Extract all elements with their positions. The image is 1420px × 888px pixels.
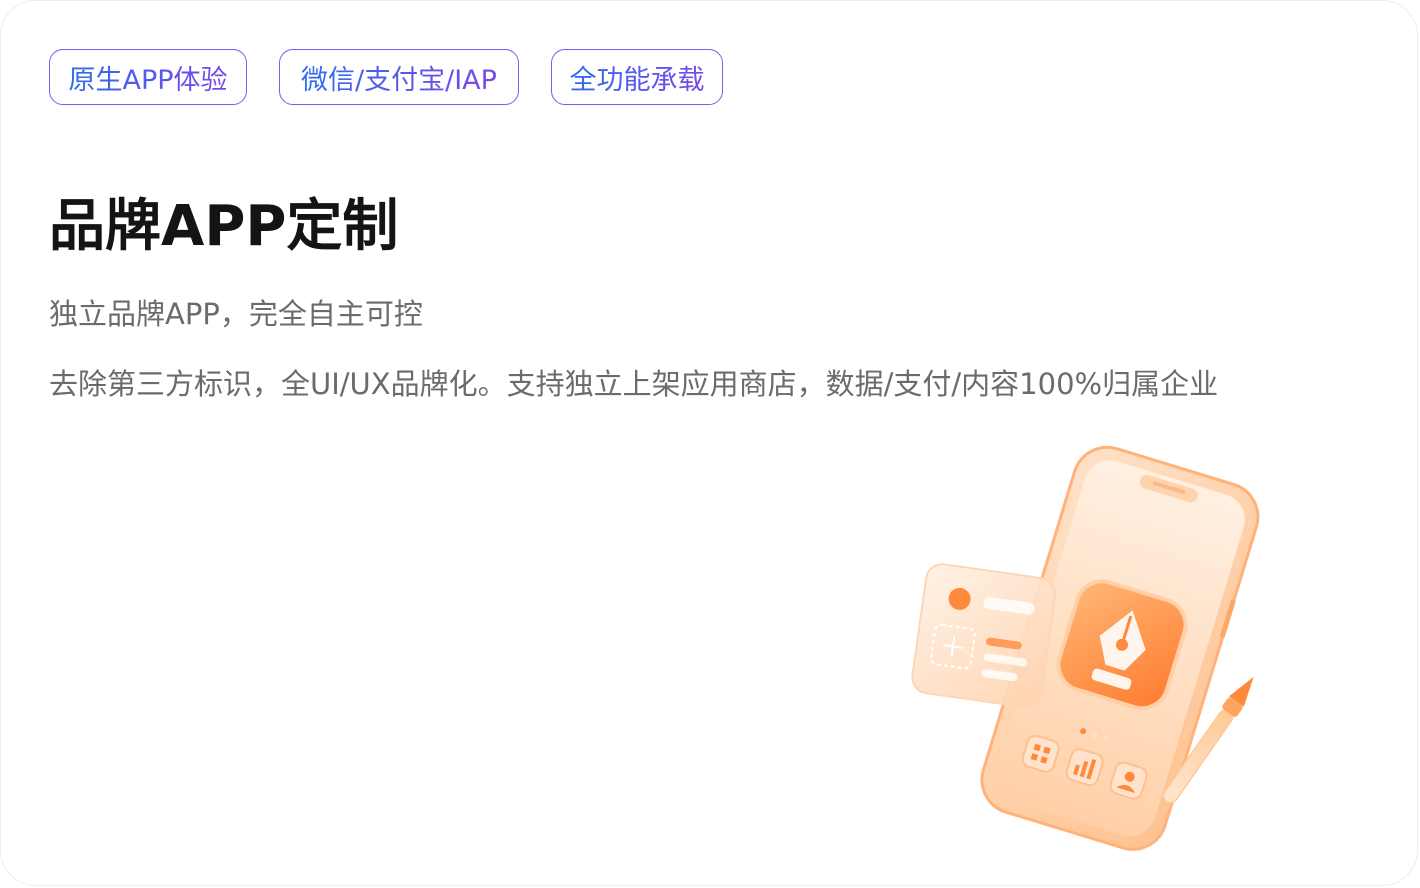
description: 去除第三方标识，全UI/UX品牌化。支持独立上架应用商店，数据/支付/内容100… [49,367,1219,401]
tag-payment: 微信/支付宝/IAP [279,49,519,105]
tag-label: 全功能承载 [570,58,705,97]
subtitle: 独立品牌APP，完全自主可控 [49,297,423,331]
tag-native-app: 原生APP体验 [49,49,247,105]
smartphone-icon [911,445,1260,851]
page-title: 品牌APP定制 [49,194,399,259]
tag-label: 微信/支付宝/IAP [301,58,497,97]
feature-card: 原生APP体验 微信/支付宝/IAP 全功能承载 品牌APP定制 独立品牌APP… [0,0,1418,886]
tag-label: 原生APP体验 [68,58,227,97]
tag-full-function: 全功能承载 [551,49,723,105]
